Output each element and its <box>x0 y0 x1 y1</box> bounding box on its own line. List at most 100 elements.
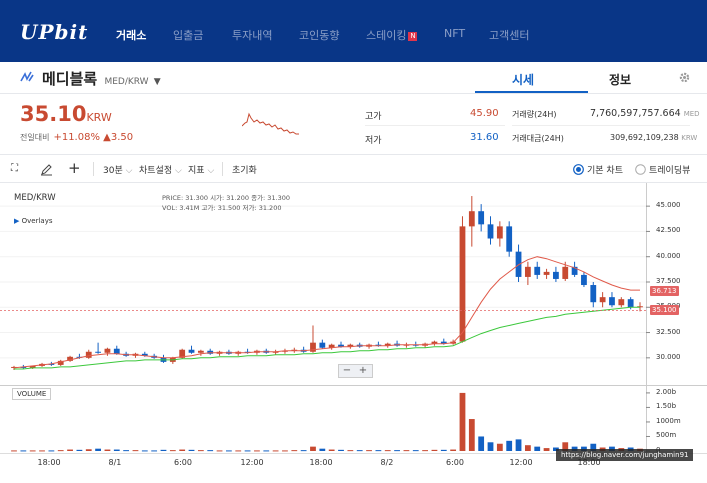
volume-bar <box>151 450 158 452</box>
volume-bar <box>95 448 101 451</box>
volume-bar <box>459 392 466 451</box>
nav-support[interactable]: 고객센터 <box>489 27 529 43</box>
high-value: 45.90 <box>470 108 499 119</box>
volume-bar <box>422 450 429 452</box>
volume-bar <box>319 448 326 451</box>
chevron-down-icon: ⌵ <box>175 166 182 176</box>
volume-24h-value: 7,760,597,757.664 MED <box>590 108 700 119</box>
radio-selected[interactable] <box>573 164 584 175</box>
pen-icon[interactable] <box>40 163 53 176</box>
nav-exchange[interactable]: 거래소 <box>116 27 146 43</box>
volume-bar <box>394 450 400 452</box>
volume-bar <box>356 450 363 452</box>
tab-market[interactable]: 시세 <box>512 71 534 88</box>
volume-bar <box>67 449 73 451</box>
volume-bar <box>104 449 111 451</box>
zoom-out-button[interactable]: − <box>339 365 355 376</box>
candle-body <box>104 348 111 353</box>
amount-24h-label: 거래대금(24H) <box>512 134 564 143</box>
indicators-button[interactable]: 지표 ⌵ <box>188 163 214 176</box>
coin-name: 메디블록 <box>42 70 98 88</box>
vol-tick-label: 1.50b <box>656 402 677 411</box>
interval-select[interactable]: 30분 ⌵ <box>103 163 132 176</box>
crosshair-icon[interactable]: + <box>68 159 81 177</box>
volume-bar <box>11 450 17 452</box>
volume-bar <box>468 419 475 451</box>
indicators-label: 지표 <box>188 166 205 176</box>
volume-bar <box>478 436 485 451</box>
volume-bar <box>347 450 354 452</box>
zoom-in-button[interactable]: + <box>355 365 371 376</box>
chevron-down-icon: ⌵ <box>125 166 133 176</box>
volume-bar <box>197 450 204 452</box>
volume-bar <box>384 450 391 452</box>
change-label: 전일대비 <box>20 133 50 142</box>
overlays-label: Overlays <box>21 217 53 225</box>
candle-body <box>553 271 559 279</box>
ohlc-line-1: PRICE: 31.300 시가: 31.200 종가: 31.300 <box>162 194 291 202</box>
price-currency: KRW <box>86 111 112 124</box>
overlays-toggle[interactable]: ▶ Overlays <box>14 217 53 225</box>
ma-long-line <box>14 306 640 370</box>
price-chart[interactable] <box>0 183 707 453</box>
volume-bar <box>29 450 36 452</box>
volume-bar <box>20 450 27 452</box>
volume-bar <box>300 450 307 452</box>
high-label: 고가 <box>365 112 382 122</box>
upbit-logo[interactable]: UPbit <box>20 20 88 44</box>
tradingview-option[interactable]: 트레이딩뷰 <box>649 163 690 176</box>
volume-bar <box>123 450 130 452</box>
volume-bar <box>113 449 120 451</box>
radio-unselected[interactable] <box>635 164 646 175</box>
nav-nft[interactable]: NFT <box>444 27 465 40</box>
triangle-right-icon: ▶ <box>14 217 20 225</box>
y-tick-label: 45.000 <box>656 201 681 210</box>
interval-label: 30분 <box>103 166 123 176</box>
volume-bar <box>244 450 251 452</box>
chart-settings-button[interactable]: 차트설정 ⌵ <box>139 163 182 176</box>
volume-bar <box>291 450 298 452</box>
volume-bar <box>366 450 372 452</box>
volume-bar <box>543 448 550 451</box>
candle-body <box>459 226 466 342</box>
y-tick-label: 30.000 <box>656 352 681 361</box>
volume-bar <box>272 450 279 452</box>
volume-bar <box>496 443 503 451</box>
candle-body <box>85 351 92 358</box>
y-tick-label: 42.500 <box>656 226 681 235</box>
x-tick-label: 12:00 <box>240 458 264 467</box>
coin-pair: MED/KRW <box>104 77 149 87</box>
nav-coin-trends[interactable]: 코인동향 <box>299 27 339 43</box>
vol-tick-label: 2.00b <box>656 387 677 396</box>
candle-body <box>534 266 541 275</box>
volume-bar <box>487 442 494 451</box>
divider <box>93 162 94 176</box>
gear-icon[interactable] <box>678 71 691 84</box>
reset-button[interactable]: 초기화 <box>232 163 257 176</box>
volume-bar <box>282 450 288 452</box>
volume-bar <box>141 450 148 452</box>
candle-body <box>113 348 120 354</box>
fullscreen-icon[interactable]: ⛶ <box>11 163 18 174</box>
basic-chart-option[interactable]: 기본 차트 <box>587 163 623 176</box>
tab-info[interactable]: 정보 <box>609 71 631 88</box>
candle-body <box>188 349 195 353</box>
candle-body <box>618 299 625 306</box>
coin-title[interactable]: 메디블록 MED/KRW ▼ <box>42 68 161 89</box>
nav-deposit[interactable]: 입출금 <box>173 27 203 43</box>
low-value: 31.60 <box>470 132 499 143</box>
x-tick-label: 6:00 <box>446 458 464 467</box>
volume-bar <box>216 450 223 452</box>
divider <box>0 154 707 155</box>
change-absolute: ▲3.50 <box>103 132 134 143</box>
volume-bar <box>254 450 260 452</box>
volume-bar <box>76 449 83 451</box>
mini-sparkline <box>242 112 299 135</box>
volume-bar <box>375 450 382 452</box>
nav-history[interactable]: 투자내역 <box>232 27 272 43</box>
nav-staking[interactable]: 스테이킹 N <box>366 27 418 43</box>
candle-body <box>590 285 597 303</box>
ohlc-line-2: VOL: 3.41M 고가: 31.500 저가: 31.200 <box>162 204 282 212</box>
candle-body <box>543 271 550 275</box>
candle-body <box>627 299 634 308</box>
